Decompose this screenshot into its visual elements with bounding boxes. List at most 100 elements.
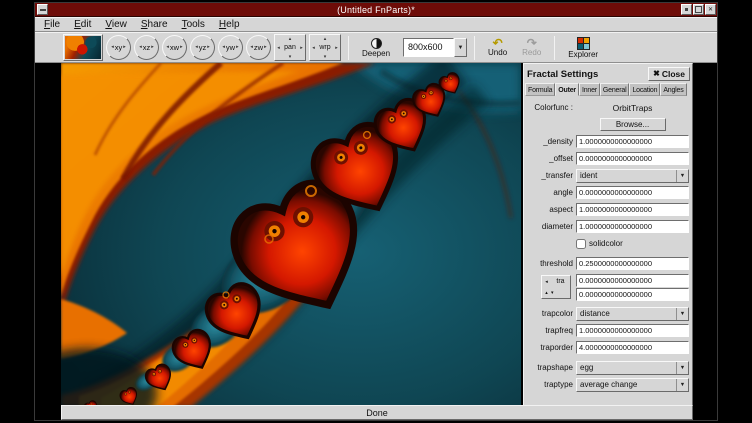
resolution-select[interactable]: 800x600 ▼	[403, 38, 467, 57]
arrow-down-icon: ▾	[289, 54, 292, 60]
trapposition-label: tra	[556, 278, 564, 285]
arrow-left-icon: ◂	[111, 45, 114, 50]
arrow-left-icon: ◂	[277, 45, 280, 51]
statusbar: Done	[61, 405, 693, 420]
solidcolor-checkbox[interactable]	[576, 239, 586, 249]
pan-button[interactable]: ▴ ◂ pan ▸ ▾	[274, 34, 306, 61]
transfer-value: ident	[577, 170, 676, 182]
menu-share[interactable]: Share	[134, 18, 175, 31]
status-text: Done	[366, 408, 388, 418]
trapshape-value: egg	[577, 362, 676, 374]
arrow-left-icon: ◂	[312, 45, 315, 51]
rotate-yw-label: yw	[226, 44, 235, 52]
undo-arrow-icon: ↶	[493, 38, 503, 48]
maximize-button[interactable]	[693, 4, 704, 15]
trapcolor-select[interactable]: distance ▼	[576, 307, 689, 321]
rotate-zw-button[interactable]: ◂ zw ▸	[246, 35, 271, 60]
dropdown-arrow-icon: ▼	[676, 379, 688, 391]
tab-formula[interactable]: Formula	[525, 83, 555, 96]
arrow-left-icon: ◂	[222, 45, 225, 50]
explorer-grid-cell	[584, 38, 589, 43]
arrow-up-icon: ▴	[289, 36, 292, 42]
transfer-label: _transfer	[526, 171, 576, 180]
menu-help[interactable]: Help	[212, 18, 247, 31]
redo-arrow-icon: ↷	[527, 38, 537, 48]
traporder-label: traporder	[526, 343, 576, 352]
dropdown-arrow-icon[interactable]: ▼	[454, 38, 467, 57]
fractal-canvas[interactable]	[61, 63, 521, 407]
iconify-button[interactable]	[681, 4, 692, 15]
menubar: File Edit View Share Tools Help	[35, 17, 717, 32]
undo-button[interactable]: ↶ Undo	[482, 33, 513, 62]
app-window: (Untitled FnParts)* ✕ File Edit View Sha…	[34, 2, 718, 421]
close-label: Close	[662, 69, 685, 79]
explorer-grid-icon	[577, 37, 590, 50]
transfer-select[interactable]: ident ▼	[576, 169, 689, 183]
trapcolor-value: distance	[577, 308, 676, 320]
maximize-icon	[695, 6, 702, 13]
warp-button[interactable]: ▴ ◂ wrp ▸ ▾	[309, 34, 341, 61]
tab-general[interactable]: General	[600, 83, 630, 96]
arrow-left-icon: ◂	[250, 45, 253, 50]
fractal-preview-image	[65, 36, 101, 59]
arrow-down-icon: ▾	[551, 290, 554, 296]
menu-file[interactable]: File	[37, 18, 67, 31]
traporder-field[interactable]	[576, 341, 689, 354]
traptype-select[interactable]: average change ▼	[576, 378, 689, 392]
trapfreq-field[interactable]	[576, 324, 689, 337]
trapshape-select[interactable]: egg ▼	[576, 361, 689, 375]
explorer-button[interactable]: Explorer	[562, 33, 604, 62]
dropdown-arrow-icon: ▼	[676, 308, 688, 320]
redo-button[interactable]: ↷ Redo	[516, 33, 547, 62]
close-window-button[interactable]: ✕	[705, 4, 716, 15]
tab-location[interactable]: Location	[629, 83, 660, 96]
main-area: Fractal Settings ✖ Close Formula Outer I…	[35, 63, 717, 405]
deepen-icon	[371, 38, 382, 49]
menu-view[interactable]: View	[98, 18, 134, 31]
explorer-grid-cell	[578, 38, 583, 43]
rotate-xy-button[interactable]: ◂ xy ▸	[106, 35, 131, 60]
toolbar-separator	[554, 36, 555, 60]
fractal-preview-button[interactable]	[63, 34, 103, 61]
menu-tools[interactable]: Tools	[175, 18, 212, 31]
window-menu-icon	[40, 9, 46, 11]
iconify-icon	[685, 8, 688, 11]
titlebar[interactable]: (Untitled FnParts)* ✕	[35, 3, 717, 17]
trapposition-y-field[interactable]	[576, 288, 689, 301]
angle-field[interactable]	[576, 186, 689, 199]
toolbar-separator	[348, 36, 349, 60]
arrow-left-icon: ◂	[139, 45, 142, 50]
density-field[interactable]	[576, 135, 689, 148]
rotate-xy-label: xy	[115, 44, 123, 52]
deepen-button[interactable]: Deepen	[356, 33, 396, 62]
redo-label: Redo	[522, 49, 541, 57]
close-panel-button[interactable]: ✖ Close	[648, 67, 690, 81]
trapposition-x-field[interactable]	[576, 274, 689, 287]
arrow-right-icon: ▸	[335, 45, 338, 51]
trapshape-label: trapshape	[526, 363, 576, 372]
offset-field[interactable]	[576, 152, 689, 165]
diameter-field[interactable]	[576, 220, 689, 233]
rotate-xz-button[interactable]: ◂ xz ▸	[134, 35, 159, 60]
tab-inner[interactable]: Inner	[579, 83, 600, 96]
trap-position-fourway[interactable]: ◂ tra ▴ ▾	[541, 275, 571, 299]
aspect-field[interactable]	[576, 203, 689, 216]
window-menu-button[interactable]	[37, 4, 48, 15]
rotate-xw-button[interactable]: ◂ xw ▸	[162, 35, 187, 60]
arrow-left-icon: ◂	[195, 45, 198, 50]
menu-edit[interactable]: Edit	[67, 18, 98, 31]
trapfreq-label: trapfreq	[526, 326, 576, 335]
rotate-yw-button[interactable]: ◂ yw ▸	[218, 35, 243, 60]
tab-angles[interactable]: Angles	[660, 83, 686, 96]
arrow-right-icon: ▸	[300, 45, 303, 51]
explorer-label: Explorer	[568, 51, 598, 59]
dropdown-arrow-icon: ▼	[676, 170, 688, 182]
arrow-right-icon: ▸	[151, 45, 154, 50]
close-icon: ✖	[653, 70, 660, 78]
rotate-yz-button[interactable]: ◂ yz ▸	[190, 35, 215, 60]
traptype-label: traptype	[526, 380, 576, 389]
explorer-grid-cell	[584, 44, 589, 49]
tab-outer[interactable]: Outer	[555, 83, 579, 96]
browse-button[interactable]: Browse...	[600, 118, 666, 131]
threshold-field[interactable]	[576, 257, 689, 270]
